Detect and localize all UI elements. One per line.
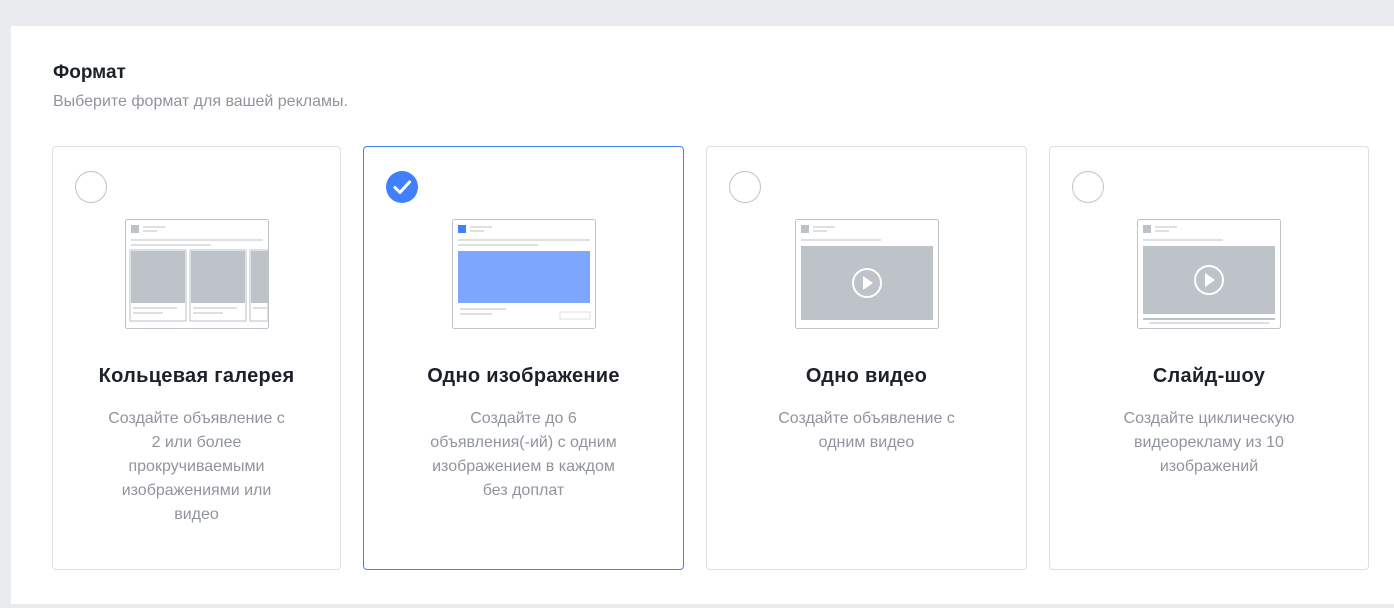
single-video-preview-icon [794, 219, 939, 334]
format-card-single-video[interactable]: Одно видео Создайте объявление с одним в… [706, 146, 1027, 570]
format-card-slideshow[interactable]: Слайд-шоу Создайте циклическую видеорекл… [1049, 146, 1369, 570]
single-image-preview-icon [451, 219, 596, 334]
slideshow-preview-icon [1137, 219, 1281, 334]
card-description: Создайте объявление с одним видео [778, 410, 955, 451]
card-title: Одно видео [805, 365, 928, 387]
carousel-preview-icon [124, 219, 269, 334]
card-description: Создайте объявление с 2 или более прокру… [108, 410, 285, 523]
card-title: Одно изображение [427, 365, 620, 387]
card-title: Слайд-шоу [1152, 365, 1266, 387]
radio-button-single-video[interactable] [729, 171, 761, 203]
radio-button-carousel[interactable] [75, 171, 107, 203]
checkmark-icon [393, 180, 411, 194]
radio-button-slideshow[interactable] [1072, 171, 1104, 203]
format-card-single-image[interactable]: Одно изображение Создайте до 6 объявлени… [363, 146, 684, 570]
section-subtitle: Выберите формат для вашей рекламы. [53, 93, 348, 110]
card-description: Создайте циклическую видеорекламу из 10 … [1123, 410, 1295, 475]
checked-radio-button-single-image[interactable] [386, 171, 418, 203]
card-description: Создайте до 6 объявления(-ий) с одним из… [430, 410, 617, 499]
card-title: Кольцевая галерея [98, 365, 295, 387]
section-title: Формат [53, 62, 126, 83]
format-card-carousel[interactable]: Кольцевая галерея Создайте объявление с … [52, 146, 341, 570]
